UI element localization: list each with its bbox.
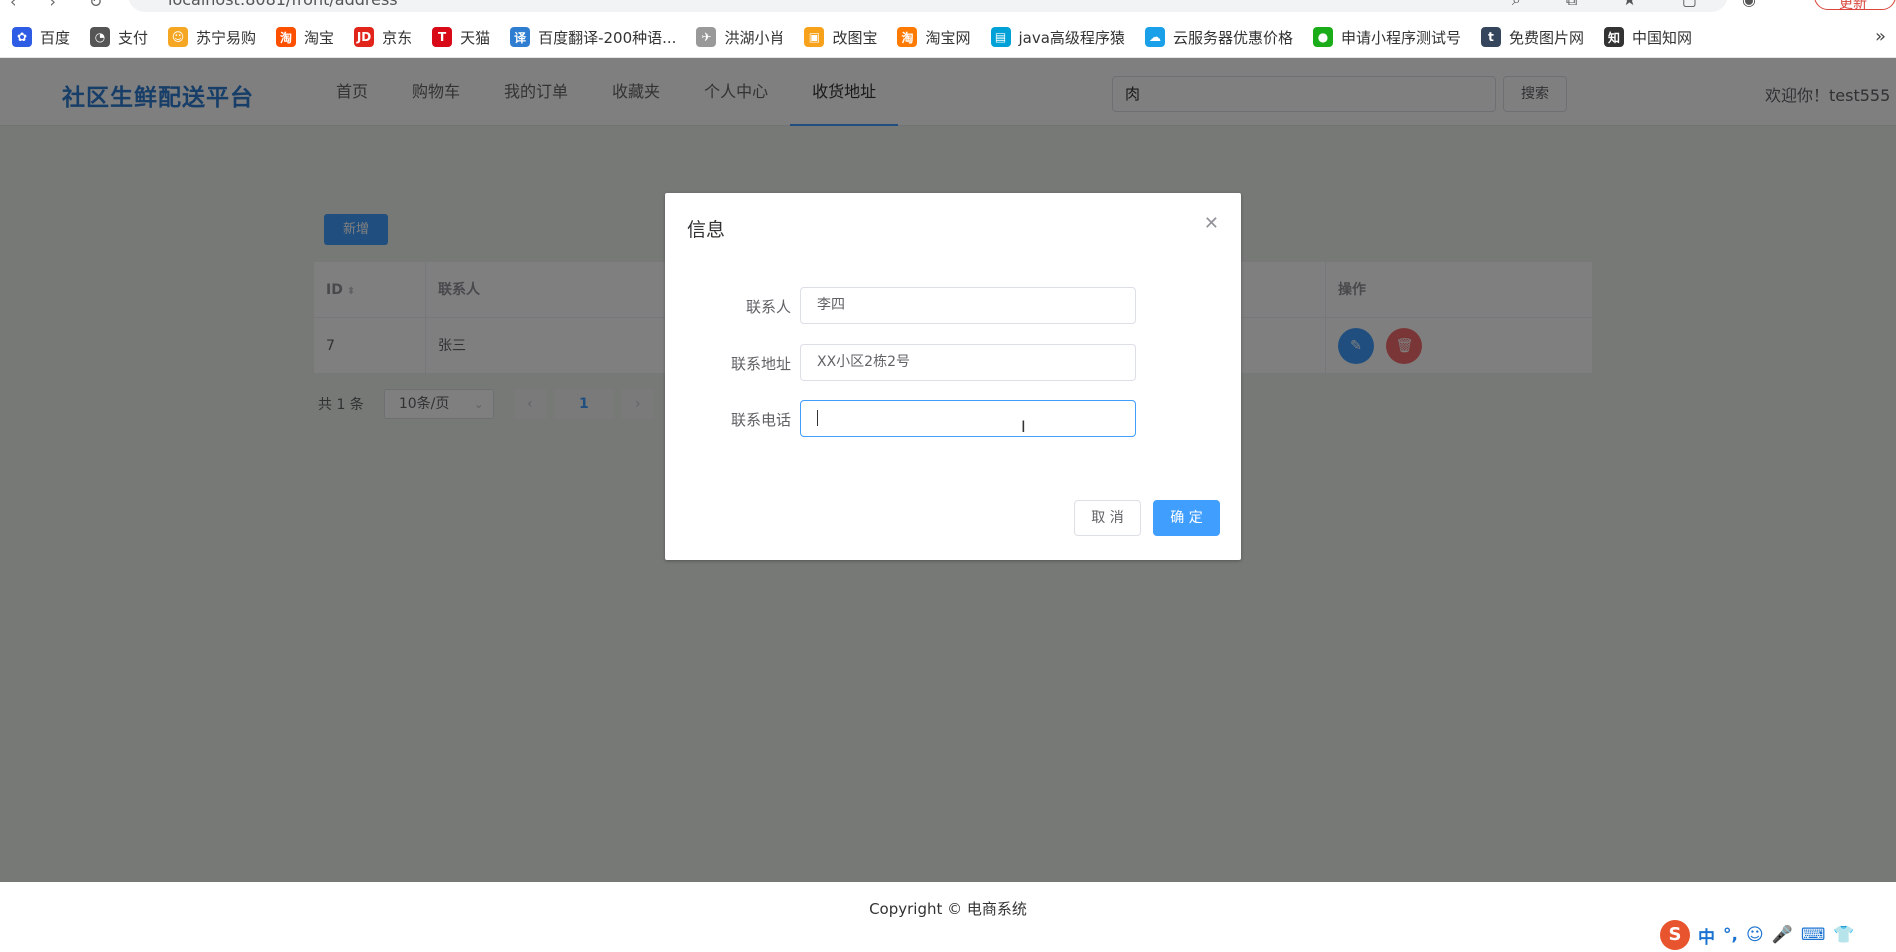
suning-icon: ☺ bbox=[168, 27, 189, 47]
copyright-text: Copyright © 电商系统 bbox=[869, 900, 1027, 918]
ibeam-cursor-icon: I bbox=[1021, 417, 1026, 436]
ime-skin-icon[interactable]: 👕 bbox=[1833, 925, 1854, 945]
back-forward-icons[interactable]: ‹ › ↻ bbox=[10, 0, 116, 11]
bookmark-label: 淘宝网 bbox=[925, 28, 971, 47]
browser-chrome: ‹ › ↻ localhost:8081/front/address ⌕ ⧉ ★… bbox=[0, 0, 1896, 58]
text-caret bbox=[817, 410, 818, 426]
cloud-icon: ☁ bbox=[1144, 27, 1165, 47]
ime-mode-cn[interactable]: 中 bbox=[1698, 923, 1715, 948]
address-label: 联系地址 bbox=[730, 355, 791, 373]
pay-icon: ◔ bbox=[90, 27, 111, 47]
ime-voice-icon[interactable]: 🎤 bbox=[1772, 925, 1793, 945]
bookmark-label: java高级程序猿 bbox=[1018, 28, 1125, 47]
bookmark-item[interactable]: JD 京东 bbox=[354, 27, 412, 48]
bookmarks-overflow-icon[interactable]: » bbox=[1875, 26, 1886, 47]
taobao-icon: 淘 bbox=[276, 27, 297, 47]
bookmark-item[interactable]: ◔ 支付 bbox=[90, 27, 148, 48]
form-row-address: 联系地址 XX小区2栋2号 bbox=[665, 344, 1241, 384]
bookmark-label: 天猫 bbox=[460, 28, 491, 47]
bookmark-item[interactable]: 译百度翻译-200种语... bbox=[510, 27, 676, 48]
bookmark-label: 百度 bbox=[40, 28, 71, 47]
ime-toolbar: S 中 °, ☺ 🎤 ⌨ 👕 bbox=[1658, 918, 1896, 952]
bookmarks-bar: ✿ 百度 ◔ 支付 ☺ 苏宁易购淘淘宝 JD 京东 T 天猫译百度翻译-200种语... ✈ 洪湖小肖… bbox=[0, 22, 1896, 52]
bookmark-item[interactable]: ☺ 苏宁易购 bbox=[168, 27, 256, 48]
bookmark-label: 云服务器优惠价格 bbox=[1172, 28, 1293, 47]
tumblr-icon: t bbox=[1480, 27, 1501, 47]
ime-emoji-icon[interactable]: ☺ bbox=[1746, 925, 1764, 945]
bookmark-item[interactable]: 知中国知网 bbox=[1603, 27, 1692, 48]
sogou-logo-icon[interactable]: S bbox=[1660, 920, 1690, 950]
bookmark-label: 苏宁易购 bbox=[196, 28, 257, 47]
dialog-title: 信息 bbox=[687, 219, 726, 241]
bookmark-item[interactable]: 淘淘宝 bbox=[276, 27, 334, 48]
baidu-icon: ✿ bbox=[12, 27, 32, 47]
bookmark-item[interactable]: ▣ 改图宝 bbox=[804, 27, 877, 48]
contact-input[interactable]: 李四 bbox=[800, 287, 1136, 324]
cancel-button[interactable]: 取 消 bbox=[1074, 500, 1141, 536]
bookmark-label: 免费图片网 bbox=[1508, 28, 1584, 47]
contact-label: 联系人 bbox=[745, 298, 791, 316]
browser-action-icons[interactable]: ⌕ ⧉ ★ ▢ ◉ bbox=[1512, 0, 1776, 10]
bookmark-item[interactable]: t 免费图片网 bbox=[1480, 27, 1584, 48]
ime-punctuation-icon[interactable]: °, bbox=[1723, 925, 1738, 945]
address-dialog: 信息 ✕ 联系人 李四 联系地址 XX小区2栋2号 联系电话 I 取 消 确 定 bbox=[665, 193, 1241, 560]
taobaowang-icon: 淘 bbox=[897, 27, 918, 47]
bookmark-item[interactable]: ● 申请小程序测试号 bbox=[1312, 27, 1461, 48]
form-row-contact: 联系人 李四 bbox=[665, 287, 1241, 327]
footer: Copyright © 电商系统 bbox=[0, 882, 1896, 952]
jd-icon: JD bbox=[354, 27, 375, 47]
bookmark-label: 申请小程序测试号 bbox=[1340, 28, 1461, 47]
url-text[interactable]: localhost:8081/front/address bbox=[168, 0, 398, 9]
confirm-button[interactable]: 确 定 bbox=[1153, 500, 1220, 536]
bookmark-item[interactable]: ✈ 洪湖小肖 bbox=[696, 27, 784, 48]
bookmark-item[interactable]: 淘淘宝网 bbox=[897, 27, 971, 48]
bookmark-item[interactable]: ✿ 百度 bbox=[12, 27, 70, 48]
close-icon[interactable]: ✕ bbox=[1204, 213, 1219, 234]
bookmark-item[interactable]: ☁ 云服务器优惠价格 bbox=[1144, 27, 1293, 48]
bookmark-label: 改图宝 bbox=[832, 28, 878, 47]
wechat-icon: ● bbox=[1312, 27, 1333, 47]
bookmark-label: 洪湖小肖 bbox=[724, 28, 785, 47]
address-bar-strip: ‹ › ↻ localhost:8081/front/address ⌕ ⧉ ★… bbox=[0, 0, 1896, 12]
phone-input[interactable]: I bbox=[800, 400, 1136, 437]
bookmark-label: 淘宝 bbox=[304, 28, 335, 47]
bookmark-label: 百度翻译-200种语... bbox=[538, 28, 677, 47]
bookmark-label: 中国知网 bbox=[1631, 28, 1692, 47]
phone-label: 联系电话 bbox=[730, 411, 791, 429]
gaitubao-icon: ▣ bbox=[804, 27, 825, 47]
form-row-phone: 联系电话 I bbox=[665, 400, 1241, 440]
bookmark-item[interactable]: T 天猫 bbox=[432, 27, 490, 48]
bookmark-item[interactable]: ▤ java高级程序猿 bbox=[990, 27, 1125, 48]
bilibili-icon: ▤ bbox=[990, 27, 1011, 47]
tmall-icon: T bbox=[432, 27, 453, 47]
translate-icon: 译 bbox=[510, 27, 531, 47]
cnki-icon: 知 bbox=[1603, 27, 1624, 47]
bookmark-label: 支付 bbox=[118, 28, 149, 47]
address-input[interactable]: XX小区2栋2号 bbox=[800, 344, 1136, 381]
bird-icon: ✈ bbox=[696, 27, 717, 47]
ime-keyboard-icon[interactable]: ⌨ bbox=[1801, 925, 1826, 945]
update-button[interactable]: 更新 bbox=[1814, 0, 1896, 12]
bookmark-label: 京东 bbox=[382, 28, 413, 47]
